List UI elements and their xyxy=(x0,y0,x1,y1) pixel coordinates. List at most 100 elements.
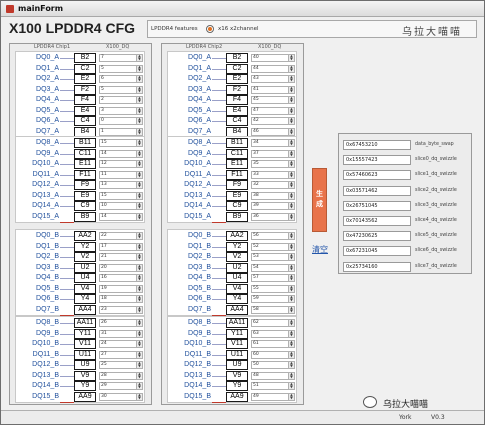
dq-spinbox[interactable]: 32 ▲ ▼ xyxy=(251,181,295,189)
result-value-field[interactable]: 0x67231045 xyxy=(343,246,411,257)
result-value-field[interactable]: 0x15557423 xyxy=(343,155,411,166)
spin-arrows-icon[interactable]: ▲ ▼ xyxy=(288,139,294,146)
dq-spinbox[interactable]: 47 ▲ ▼ xyxy=(251,106,295,115)
dq-spinbox[interactable]: 43 ▲ ▼ xyxy=(251,75,295,83)
dq-spinbox[interactable]: 2 ▲ ▼ xyxy=(99,96,143,104)
channel-radio-label[interactable]: x16 x2channel xyxy=(218,26,259,32)
spin-arrows-icon[interactable]: ▲ ▼ xyxy=(136,139,142,146)
dq-spinbox[interactable]: 52 ▲ ▼ xyxy=(251,242,295,251)
spin-arrows-icon[interactable]: ▲ ▼ xyxy=(288,65,294,72)
spin-arrows-icon[interactable]: ▲ ▼ xyxy=(288,340,294,347)
dq-spinbox[interactable]: 22 ▲ ▼ xyxy=(99,232,143,240)
result-value-field[interactable]: 0x03571462 xyxy=(343,185,411,196)
dq-spinbox[interactable]: 30 ▲ ▼ xyxy=(99,392,143,401)
spin-arrows-icon[interactable]: ▲ ▼ xyxy=(288,295,294,302)
spin-arrows-icon[interactable]: ▲ ▼ xyxy=(288,202,294,209)
dq-spinbox[interactable]: 15 ▲ ▼ xyxy=(99,191,143,200)
dq-spinbox[interactable]: 60 ▲ ▼ xyxy=(251,350,295,359)
spin-arrows-icon[interactable]: ▲ ▼ xyxy=(136,86,142,93)
spin-arrows-icon[interactable]: ▲ ▼ xyxy=(136,192,142,199)
spin-arrows-icon[interactable]: ▲ ▼ xyxy=(136,181,142,188)
dq-spinbox[interactable]: 59 ▲ ▼ xyxy=(251,295,295,303)
spin-arrows-icon[interactable]: ▲ ▼ xyxy=(136,361,142,368)
spin-arrows-icon[interactable]: ▲ ▼ xyxy=(136,150,142,157)
dq-spinbox[interactable]: 5 ▲ ▼ xyxy=(99,85,143,94)
dq-spinbox[interactable]: 39 ▲ ▼ xyxy=(251,202,295,210)
dq-spinbox[interactable]: 63 ▲ ▼ xyxy=(251,329,295,338)
result-value-field[interactable]: 0x26751045 xyxy=(343,200,411,211)
spin-arrows-icon[interactable]: ▲ ▼ xyxy=(288,128,294,135)
spin-arrows-icon[interactable]: ▲ ▼ xyxy=(288,243,294,250)
dq-spinbox[interactable]: 58 ▲ ▼ xyxy=(251,305,295,314)
spin-arrows-icon[interactable]: ▲ ▼ xyxy=(136,232,142,239)
spin-arrows-icon[interactable]: ▲ ▼ xyxy=(288,306,294,313)
spin-arrows-icon[interactable]: ▲ ▼ xyxy=(136,65,142,72)
dq-spinbox[interactable]: 48 ▲ ▼ xyxy=(251,371,295,380)
dq-spinbox[interactable]: 36 ▲ ▼ xyxy=(251,212,295,221)
spin-arrows-icon[interactable]: ▲ ▼ xyxy=(136,372,142,379)
dq-spinbox[interactable]: 11 ▲ ▼ xyxy=(99,170,143,179)
spin-arrows-icon[interactable]: ▲ ▼ xyxy=(288,372,294,379)
dq-spinbox[interactable]: 51 ▲ ▼ xyxy=(251,382,295,390)
spin-arrows-icon[interactable]: ▲ ▼ xyxy=(288,192,294,199)
spin-arrows-icon[interactable]: ▲ ▼ xyxy=(288,393,294,400)
dq-spinbox[interactable]: 13 ▲ ▼ xyxy=(99,181,143,189)
spin-arrows-icon[interactable]: ▲ ▼ xyxy=(288,96,294,103)
dq-spinbox[interactable]: 1 ▲ ▼ xyxy=(99,127,143,136)
spin-arrows-icon[interactable]: ▲ ▼ xyxy=(288,181,294,188)
spin-arrows-icon[interactable]: ▲ ▼ xyxy=(136,319,142,326)
dq-spinbox[interactable]: 3 ▲ ▼ xyxy=(99,106,143,115)
dq-spinbox[interactable]: 62 ▲ ▼ xyxy=(251,319,295,327)
dq-spinbox[interactable]: 14 ▲ ▼ xyxy=(99,212,143,221)
dq-spinbox[interactable]: 5 ▲ ▼ xyxy=(99,64,143,73)
dq-spinbox[interactable]: 40 ▲ ▼ xyxy=(251,54,295,62)
spin-arrows-icon[interactable]: ▲ ▼ xyxy=(136,75,142,82)
spin-arrows-icon[interactable]: ▲ ▼ xyxy=(136,330,142,337)
clear-button[interactable]: 清空 xyxy=(312,244,328,255)
spin-arrows-icon[interactable]: ▲ ▼ xyxy=(288,160,294,167)
dq-spinbox[interactable]: 26 ▲ ▼ xyxy=(99,319,143,327)
result-value-field[interactable]: 0x70143562 xyxy=(343,216,411,226)
dq-spinbox[interactable]: 27 ▲ ▼ xyxy=(99,350,143,359)
spin-arrows-icon[interactable]: ▲ ▼ xyxy=(288,274,294,281)
spin-arrows-icon[interactable]: ▲ ▼ xyxy=(136,340,142,347)
spin-arrows-icon[interactable]: ▲ ▼ xyxy=(136,54,142,61)
spin-arrows-icon[interactable]: ▲ ▼ xyxy=(288,150,294,157)
spin-arrows-icon[interactable]: ▲ ▼ xyxy=(136,295,142,302)
dq-spinbox[interactable]: 45 ▲ ▼ xyxy=(251,96,295,104)
dq-spinbox[interactable]: 57 ▲ ▼ xyxy=(251,274,295,282)
spin-arrows-icon[interactable]: ▲ ▼ xyxy=(136,285,142,292)
spin-arrows-icon[interactable]: ▲ ▼ xyxy=(288,213,294,220)
spin-arrows-icon[interactable]: ▲ ▼ xyxy=(136,306,142,313)
dq-spinbox[interactable]: 38 ▲ ▼ xyxy=(251,191,295,200)
dq-spinbox[interactable]: 28 ▲ ▼ xyxy=(99,371,143,380)
dq-spinbox[interactable]: 12 ▲ ▼ xyxy=(99,160,143,168)
dq-spinbox[interactable]: 55 ▲ ▼ xyxy=(251,284,295,293)
dq-spinbox[interactable]: 50 ▲ ▼ xyxy=(251,361,295,369)
dq-spinbox[interactable]: 46 ▲ ▼ xyxy=(251,127,295,136)
result-value-field[interactable]: 0x47230625 xyxy=(343,231,411,242)
spin-arrows-icon[interactable]: ▲ ▼ xyxy=(136,274,142,281)
dq-spinbox[interactable]: 16 ▲ ▼ xyxy=(99,274,143,282)
dq-spinbox[interactable]: 6 ▲ ▼ xyxy=(99,75,143,83)
dq-spinbox[interactable]: 19 ▲ ▼ xyxy=(99,284,143,293)
spin-arrows-icon[interactable]: ▲ ▼ xyxy=(288,75,294,82)
dq-spinbox[interactable]: 7 ▲ ▼ xyxy=(99,54,143,62)
dq-spinbox[interactable]: 20 ▲ ▼ xyxy=(99,263,143,272)
result-value-field[interactable]: 0x67453210 xyxy=(343,140,411,150)
spin-arrows-icon[interactable]: ▲ ▼ xyxy=(288,319,294,326)
spin-arrows-icon[interactable]: ▲ ▼ xyxy=(136,253,142,260)
spin-arrows-icon[interactable]: ▲ ▼ xyxy=(288,232,294,239)
spin-arrows-icon[interactable]: ▲ ▼ xyxy=(288,171,294,178)
spin-arrows-icon[interactable]: ▲ ▼ xyxy=(288,361,294,368)
spin-arrows-icon[interactable]: ▲ ▼ xyxy=(136,264,142,271)
dq-spinbox[interactable]: 17 ▲ ▼ xyxy=(99,242,143,251)
spin-arrows-icon[interactable]: ▲ ▼ xyxy=(136,160,142,167)
spin-arrows-icon[interactable]: ▲ ▼ xyxy=(288,107,294,114)
result-value-field[interactable]: 0x57460623 xyxy=(343,170,411,181)
spin-arrows-icon[interactable]: ▲ ▼ xyxy=(136,117,142,124)
dq-spinbox[interactable]: 31 ▲ ▼ xyxy=(99,329,143,338)
dq-spinbox[interactable]: 10 ▲ ▼ xyxy=(99,202,143,210)
dq-spinbox[interactable]: 41 ▲ ▼ xyxy=(251,85,295,94)
dq-spinbox[interactable]: 25 ▲ ▼ xyxy=(99,361,143,369)
